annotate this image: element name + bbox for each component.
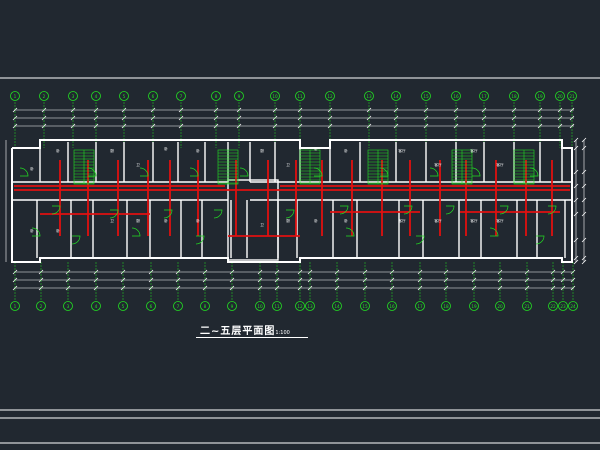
axis-label: 18 <box>443 304 449 309</box>
partition-walls <box>14 160 570 237</box>
door-swing <box>313 167 323 177</box>
axis-label: 2 <box>43 94 46 99</box>
axis-label: 14 <box>393 94 399 99</box>
door-swing <box>239 167 249 177</box>
room-label: 卫 <box>260 223 264 227</box>
room-label: 卧 <box>196 218 200 223</box>
axis-label: 22 <box>550 304 556 309</box>
room-label: 客厅 <box>470 148 478 153</box>
drawing-scale: 1:100 <box>275 330 290 336</box>
door-swing <box>429 167 439 177</box>
room-label: 卧 <box>30 166 34 171</box>
room-label: 客厅 <box>496 218 504 223</box>
axis-label: 11 <box>274 304 280 309</box>
room-label: 卧 <box>56 228 60 233</box>
axis-label: 7 <box>177 304 180 309</box>
axis-label: 12 <box>327 94 333 99</box>
axis-label: 10 <box>272 94 278 99</box>
door-swing <box>471 167 481 177</box>
axis-label: 19 <box>537 94 543 99</box>
axis-label: 15 <box>423 94 429 99</box>
axis-label: 12 <box>297 304 303 309</box>
door-swing <box>195 235 205 245</box>
room-label: 卧 <box>30 228 34 233</box>
axis-label: 8 <box>215 94 218 99</box>
axis-label: 13 <box>307 304 313 309</box>
axis-label: 16 <box>453 94 459 99</box>
axis-label: 3 <box>72 94 75 99</box>
room-label: 客厅 <box>496 162 504 167</box>
door-swing <box>445 205 455 215</box>
grid-axes-bottom: 1 2 3 4 5 6 7 8 9 10 11 12 13 14 15 16 17 18 19 20 21 22 23 24 <box>10 262 578 311</box>
axis-label: 4 <box>95 304 98 309</box>
axis-label: 21 <box>524 304 530 309</box>
axis-label: 7 <box>180 94 183 99</box>
door-swing <box>189 167 199 177</box>
axis-label: 19 <box>471 304 477 309</box>
axis-label: 17 <box>417 304 423 309</box>
axis-label: 6 <box>152 94 155 99</box>
axis-label: 23 <box>560 304 566 309</box>
door-swing <box>71 235 81 245</box>
stairwells <box>73 149 535 185</box>
room-label: 卧 <box>314 218 318 223</box>
axis-label: 5 <box>123 94 126 99</box>
room-label: 客厅 <box>470 218 478 223</box>
axis-label: 15 <box>362 304 368 309</box>
interior-walls <box>12 142 572 261</box>
axis-label: 21 <box>569 94 575 99</box>
axis-label: 24 <box>570 304 576 309</box>
axis-label: 10 <box>257 304 263 309</box>
axis-label: 20 <box>557 94 563 99</box>
door-swing <box>139 167 149 177</box>
room-label: 卧 <box>344 218 348 223</box>
axis-label: 1 <box>14 304 17 309</box>
door-swing <box>51 205 61 215</box>
room-label: 卧 <box>344 148 348 153</box>
axis-label: 1 <box>14 94 17 99</box>
axis-label: 2 <box>40 304 43 309</box>
room-label: 厨 <box>286 218 290 223</box>
door-swing <box>285 209 295 219</box>
room-label: 卧 <box>164 218 168 223</box>
axis-label: 5 <box>122 304 125 309</box>
room-label: 客厅 <box>434 218 442 223</box>
room-label: 卧 <box>164 146 168 151</box>
door-swing <box>87 167 97 177</box>
door-swings <box>19 167 557 245</box>
room-label: 卧 <box>56 148 60 153</box>
room-label: 卧 <box>314 146 318 151</box>
axis-label: 9 <box>231 304 234 309</box>
room-label: 卫 <box>286 163 290 167</box>
axis-label: 16 <box>389 304 395 309</box>
floor-plan-drawing: 1 2 3 4 5 6 7 8 9 10 11 12 13 14 15 16 17 18 19 20 21 123456… <box>0 77 600 444</box>
door-swing <box>131 227 141 237</box>
axis-label: 8 <box>204 304 207 309</box>
axis-label: 3 <box>67 304 70 309</box>
door-swing <box>19 167 29 177</box>
axis-label: 20 <box>497 304 503 309</box>
room-label: 卫 <box>136 163 140 167</box>
title-underline <box>196 337 308 338</box>
axis-label: 14 <box>334 304 340 309</box>
room-label: 厨 <box>110 148 114 153</box>
room-label: 客厅 <box>398 148 406 153</box>
room-label: 卧 <box>196 148 200 153</box>
room-label: 客厅 <box>434 162 442 167</box>
axis-label: 17 <box>481 94 487 99</box>
room-label: 厨 <box>260 148 264 153</box>
axis-label: 6 <box>150 304 153 309</box>
axis-label: 11 <box>297 94 303 99</box>
door-swing <box>213 209 223 219</box>
drawing-title: 二~五层平面图1:100 <box>200 326 290 337</box>
axis-label: 18 <box>511 94 517 99</box>
room-label: 厨 <box>136 218 140 223</box>
axis-label: 4 <box>95 94 98 99</box>
axis-label: 13 <box>366 94 372 99</box>
axis-label: 9 <box>238 94 241 99</box>
room-label: 卫 <box>110 219 114 223</box>
room-label: 客厅 <box>398 218 406 223</box>
